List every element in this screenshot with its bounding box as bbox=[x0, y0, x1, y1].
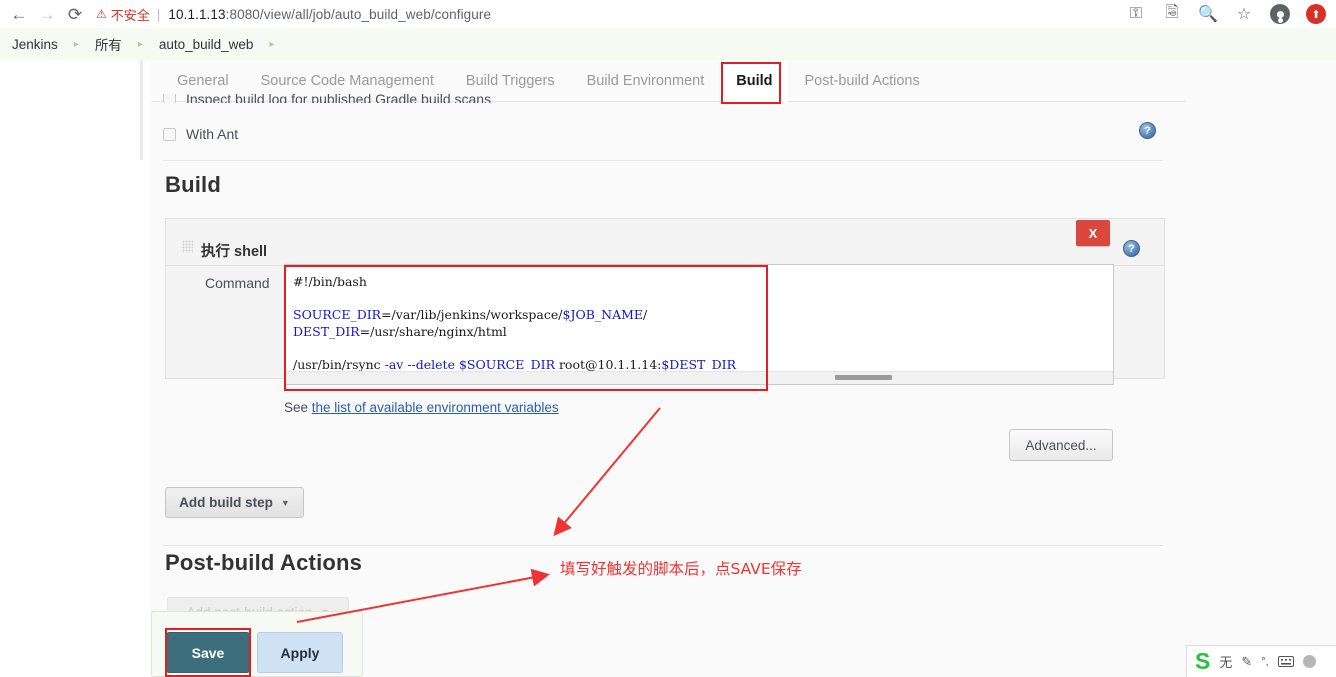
cmd-line-6: /usr/bin/rsync -av --delete $SOURCE_DIR … bbox=[293, 356, 736, 372]
url-host: 10.1.1.13 bbox=[168, 6, 226, 22]
browser-toolbar: ← → ⟳ ⚠ 不安全 | 10.1.1.13:8080/view/all/jo… bbox=[0, 0, 1336, 28]
translate-icon[interactable]: 🗟 bbox=[1162, 4, 1182, 24]
rail-divider bbox=[140, 60, 143, 160]
cmd-line-1: #!/bin/bash bbox=[293, 274, 367, 289]
add-build-step-button[interactable]: Add build step ▼ bbox=[165, 487, 304, 518]
command-text: #!/bin/bash SOURCE_DIR=/var/lib/jenkins/… bbox=[293, 274, 736, 373]
url-text: 10.1.1.13:8080/view/all/job/auto_build_w… bbox=[168, 7, 491, 22]
left-rail bbox=[0, 60, 152, 677]
configure-content: General Source Code Management Build Tri… bbox=[151, 59, 1336, 677]
with-ant-label: With Ant bbox=[186, 126, 239, 142]
advanced-button[interactable]: Advanced... bbox=[1009, 429, 1113, 461]
breadcrumb-separator-icon: ▸ bbox=[269, 38, 275, 50]
address-bar[interactable]: ⚠ 不安全 | 10.1.1.13:8080/view/all/job/auto… bbox=[96, 1, 1126, 27]
zoom-icon[interactable]: 🔍 bbox=[1198, 4, 1218, 24]
command-label: Command bbox=[205, 275, 270, 291]
annotation-note: 填写好触发的脚本后，点SAVE保存 bbox=[560, 560, 802, 578]
bookmark-star-icon[interactable]: ☆ bbox=[1234, 4, 1254, 24]
textarea-scroll-thumb[interactable] bbox=[835, 375, 892, 380]
save-button[interactable]: Save bbox=[166, 632, 250, 673]
browser-nav-buttons: ← → ⟳ bbox=[0, 1, 88, 27]
cmd-line-4: DEST_DIR=/usr/share/nginx/html bbox=[293, 323, 507, 339]
tab-post-build-actions[interactable]: Post-build Actions bbox=[788, 60, 935, 102]
drag-grip-icon[interactable] bbox=[182, 240, 193, 253]
sogou-logo-icon[interactable]: S bbox=[1195, 650, 1210, 673]
back-icon[interactable]: ← bbox=[6, 1, 32, 27]
page-title: Build bbox=[165, 172, 221, 197]
textarea-hscrollbar[interactable] bbox=[285, 371, 1113, 384]
command-textarea[interactable]: #!/bin/bash SOURCE_DIR=/var/lib/jenkins/… bbox=[284, 264, 1114, 385]
apply-button[interactable]: Apply bbox=[257, 632, 343, 673]
omnibox-divider: | bbox=[156, 6, 161, 22]
cmd-line-3: SOURCE_DIR=/var/lib/jenkins/workspace/$J… bbox=[293, 307, 648, 322]
security-warning-label: 不安全 bbox=[110, 7, 150, 23]
help-icon[interactable]: ? bbox=[1123, 240, 1140, 257]
reload-icon[interactable]: ⟳ bbox=[62, 1, 88, 27]
cmd-line-blank bbox=[293, 291, 297, 306]
help-icon[interactable]: ? bbox=[1139, 122, 1156, 139]
profile-avatar-icon[interactable] bbox=[1270, 4, 1290, 24]
env-variables-link[interactable]: the list of available environment variab… bbox=[312, 400, 559, 415]
punctuation-icon[interactable]: °, bbox=[1261, 656, 1268, 668]
option-with-ant[interactable]: With Ant bbox=[163, 124, 563, 144]
section-divider bbox=[163, 160, 1163, 161]
with-ant-checkbox[interactable] bbox=[163, 127, 176, 141]
add-build-step-label: Add build step bbox=[179, 495, 273, 510]
breadcrumb: Jenkins ▸ 所有 ▸ auto_build_web ▸ bbox=[0, 28, 1336, 61]
cmd-line-blank2 bbox=[293, 340, 297, 355]
person-icon[interactable] bbox=[1302, 655, 1316, 668]
post-build-divider bbox=[163, 545, 1163, 546]
breadcrumb-item-jenkins[interactable]: Jenkins bbox=[8, 37, 62, 52]
delete-build-step-button[interactable]: X bbox=[1076, 220, 1110, 246]
breadcrumb-item-job[interactable]: auto_build_web bbox=[155, 37, 258, 52]
chevron-down-icon: ▼ bbox=[280, 497, 290, 508]
post-build-title: Post-build Actions bbox=[165, 550, 363, 575]
key-icon[interactable]: ⚿ bbox=[1126, 4, 1146, 24]
env-prefix: See bbox=[284, 400, 312, 415]
breadcrumb-item-all[interactable]: 所有 bbox=[91, 34, 126, 54]
build-step-title: 执行 shell bbox=[201, 244, 268, 260]
pen-icon[interactable]: ✎ bbox=[1241, 654, 1252, 670]
gradle-scans-label: Inspect build log for published Gradle b… bbox=[186, 94, 492, 103]
keyboard-icon[interactable] bbox=[1277, 656, 1294, 667]
env-variables-hint: See the list of available environment va… bbox=[284, 400, 559, 415]
warning-triangle-icon: ⚠ bbox=[96, 7, 107, 21]
gradle-scans-checkbox[interactable] bbox=[163, 94, 176, 103]
forward-icon[interactable]: → bbox=[34, 1, 60, 27]
page-body: General Source Code Management Build Tri… bbox=[0, 59, 1336, 677]
ime-mode-label[interactable]: 无 bbox=[1219, 652, 1232, 671]
browser-action-icons: ⚿ 🗟 🔍 ☆ ⬆ bbox=[1126, 4, 1336, 24]
url-path: :8080/view/all/job/auto_build_web/config… bbox=[225, 6, 492, 22]
breadcrumb-separator-icon: ▸ bbox=[137, 38, 143, 50]
option-gradle-scans[interactable]: Inspect build log for published Gradle b… bbox=[163, 94, 803, 103]
update-icon[interactable]: ⬆ bbox=[1306, 4, 1326, 24]
breadcrumb-separator-icon: ▸ bbox=[73, 38, 79, 50]
ime-toolbar: S 无 ✎ °, bbox=[1186, 645, 1336, 677]
